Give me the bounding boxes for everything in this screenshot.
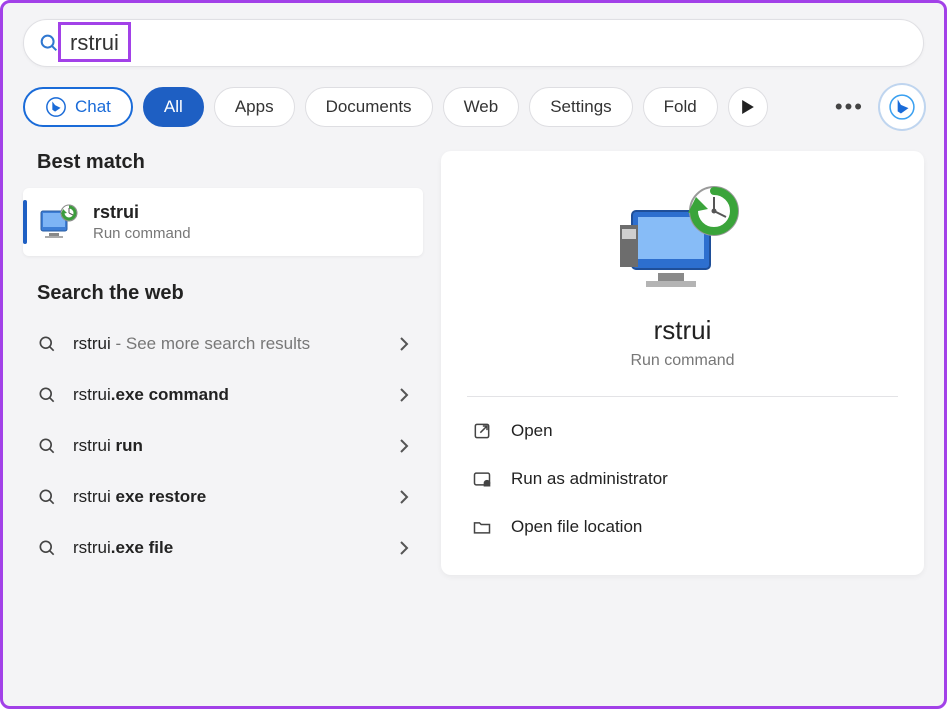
more-options[interactable]: ••• — [829, 94, 870, 120]
actions-list: Open Run as administrator Open file locati… — [441, 407, 924, 551]
search-icon — [37, 487, 57, 507]
system-restore-large-icon — [618, 185, 748, 295]
divider — [467, 396, 898, 397]
open-icon — [471, 421, 493, 441]
search-icon — [37, 538, 57, 558]
action-label: Open — [511, 421, 553, 441]
best-match-result[interactable]: rstrui Run command — [23, 188, 423, 256]
filter-folders[interactable]: Fold — [643, 87, 718, 127]
web-result[interactable]: rstrui.exe command — [23, 370, 423, 421]
web-result-label: rstrui.exe file — [73, 537, 383, 560]
web-result[interactable]: rstrui run — [23, 421, 423, 472]
annotation-highlight — [58, 22, 131, 62]
search-web-heading: Search the web — [37, 282, 423, 305]
bing-chat-icon — [45, 96, 67, 118]
action-admin[interactable]: Run as administrator — [441, 455, 924, 503]
bing-icon — [889, 94, 915, 120]
search-icon — [37, 385, 57, 405]
chevron-right-icon — [399, 387, 409, 403]
web-result-label: rstrui run — [73, 435, 383, 458]
preview-icon — [441, 175, 924, 305]
triangle-right-icon — [741, 100, 755, 114]
web-result[interactable]: rstrui - See more search results — [23, 319, 423, 370]
search-icon — [38, 32, 60, 54]
results-pane: Best match rstrui R — [23, 151, 423, 575]
search-bar[interactable]: rstrui — [23, 19, 924, 67]
best-match-title: rstrui — [93, 202, 191, 223]
admin-icon — [471, 469, 493, 489]
best-match-subtitle: Run command — [93, 225, 191, 242]
filter-documents[interactable]: Documents — [305, 87, 433, 127]
web-result[interactable]: rstrui exe restore — [23, 472, 423, 523]
web-results-list: rstrui - See more search results rstrui.e… — [23, 319, 423, 574]
action-open[interactable]: Open — [441, 407, 924, 455]
best-match-heading: Best match — [37, 151, 423, 174]
web-result-label: rstrui - See more search results — [73, 333, 383, 356]
web-result-label: rstrui exe restore — [73, 486, 383, 509]
filter-row: Chat All Apps Documents Web Settings Fol… — [23, 85, 924, 129]
chevron-right-icon — [399, 489, 409, 505]
chevron-right-icon — [399, 438, 409, 454]
chat-chip[interactable]: Chat — [23, 87, 133, 127]
preview-subtitle: Run command — [441, 352, 924, 370]
filter-scroll-right[interactable] — [728, 87, 768, 127]
chevron-right-icon — [399, 336, 409, 352]
action-label: Open file location — [511, 517, 642, 537]
web-result[interactable]: rstrui.exe file — [23, 523, 423, 574]
filter-settings[interactable]: Settings — [529, 87, 632, 127]
chevron-right-icon — [399, 540, 409, 556]
preview-title: rstrui — [441, 315, 924, 346]
filter-apps[interactable]: Apps — [214, 87, 295, 127]
folder-icon — [471, 517, 493, 537]
filter-all[interactable]: All — [143, 87, 204, 127]
system-restore-icon — [39, 203, 79, 241]
search-icon — [37, 334, 57, 354]
action-folder[interactable]: Open file location — [441, 503, 924, 551]
chat-label: Chat — [75, 97, 111, 117]
bing-badge[interactable] — [880, 85, 924, 129]
action-label: Run as administrator — [511, 469, 668, 489]
filter-web[interactable]: Web — [443, 87, 520, 127]
windows-search-panel: rstrui Chat All Apps Documents Web Setti… — [0, 0, 947, 709]
preview-pane: rstrui Run command Open Run as administra… — [441, 151, 924, 575]
web-result-label: rstrui.exe command — [73, 384, 383, 407]
search-icon — [37, 436, 57, 456]
